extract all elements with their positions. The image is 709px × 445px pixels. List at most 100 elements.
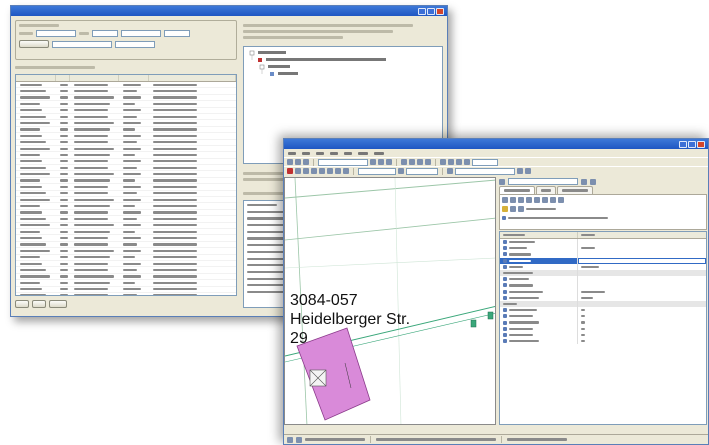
back-window-titlebar[interactable] <box>11 6 447 16</box>
tool-icon[interactable] <box>499 178 505 185</box>
zoom-in-icon[interactable] <box>319 168 325 174</box>
close-icon[interactable] <box>436 7 444 15</box>
selection-handle[interactable] <box>487 311 494 320</box>
tool-icon[interactable] <box>550 197 556 203</box>
menu-item[interactable] <box>358 151 368 155</box>
pencil-icon[interactable] <box>502 206 508 212</box>
tool-icon[interactable] <box>518 206 524 212</box>
list-caption <box>15 66 95 69</box>
filter-field-5[interactable] <box>115 40 155 48</box>
tool-icon[interactable] <box>525 168 531 174</box>
layer-combobox[interactable] <box>318 158 368 166</box>
property-icon <box>503 308 507 313</box>
filter-button[interactable] <box>19 40 49 48</box>
nav-button[interactable] <box>15 300 29 308</box>
minimize-icon[interactable] <box>679 140 687 148</box>
map-canvas[interactable]: 3084-057 Heidelberger Str. 29 <box>284 177 496 425</box>
tool-icon[interactable] <box>590 178 596 185</box>
info-text <box>243 24 413 27</box>
transaction-list[interactable] <box>15 74 237 296</box>
list-item[interactable] <box>16 293 236 295</box>
status-icon <box>296 436 302 443</box>
tool-icon[interactable] <box>303 168 309 174</box>
scale-combobox[interactable] <box>358 167 396 175</box>
toolbar-separator <box>396 158 397 166</box>
zoom-out-icon[interactable] <box>327 168 333 174</box>
filter-field-2[interactable] <box>92 30 118 37</box>
pan-icon[interactable] <box>335 168 341 174</box>
tool-icon[interactable] <box>502 197 508 203</box>
tool-icon[interactable] <box>542 197 548 203</box>
info-text <box>243 36 343 39</box>
maximize-icon[interactable] <box>427 7 435 15</box>
tab-1[interactable] <box>499 186 535 194</box>
tool-icon[interactable] <box>456 159 462 165</box>
tool-icon[interactable] <box>534 197 540 203</box>
property-icon <box>503 314 507 319</box>
property-icon <box>503 326 507 331</box>
tool-icon[interactable] <box>526 197 532 203</box>
attribute-row <box>247 250 288 253</box>
tool-icon[interactable] <box>295 168 301 174</box>
menu-item[interactable] <box>302 151 310 155</box>
tool-icon[interactable] <box>343 168 349 174</box>
menu-item[interactable] <box>374 151 384 155</box>
tool-icon[interactable] <box>370 159 376 165</box>
menu-item[interactable] <box>316 151 324 155</box>
save-icon[interactable] <box>303 159 309 165</box>
grid-row[interactable] <box>500 338 706 345</box>
tool-icon[interactable] <box>510 206 516 212</box>
list-header <box>16 75 236 82</box>
tool-icon[interactable] <box>510 197 516 203</box>
tool-icon[interactable] <box>517 168 523 174</box>
property-icon <box>503 289 507 294</box>
field-label <box>19 32 33 35</box>
menu-item[interactable] <box>344 151 352 155</box>
property-icon <box>503 252 507 257</box>
tool-icon[interactable] <box>311 168 317 174</box>
street-name-label: Heidelberger Str. <box>290 311 411 328</box>
tool-icon[interactable] <box>409 159 415 165</box>
close-icon[interactable] <box>697 140 705 148</box>
tool-icon[interactable] <box>440 159 446 165</box>
nav-button[interactable] <box>32 300 46 308</box>
object-combobox[interactable] <box>455 167 515 175</box>
menu-item[interactable] <box>330 151 338 155</box>
minimize-icon[interactable] <box>418 7 426 15</box>
tool-icon[interactable] <box>401 159 407 165</box>
tab-3[interactable] <box>557 186 593 194</box>
toolbar-separator <box>353 167 354 175</box>
parcel-line <box>285 217 495 241</box>
record-icon[interactable] <box>287 168 293 174</box>
tab-2[interactable] <box>536 186 556 194</box>
tool-icon[interactable] <box>386 159 392 165</box>
front-window-titlebar[interactable] <box>284 139 708 149</box>
filter-field-3[interactable] <box>164 30 190 37</box>
tool-icon[interactable] <box>558 197 564 203</box>
filter-dropdown[interactable] <box>121 30 161 37</box>
selection-handle[interactable] <box>470 319 477 328</box>
tool-icon[interactable] <box>425 159 431 165</box>
tool-icon[interactable] <box>448 159 454 165</box>
tool-icon[interactable] <box>398 168 404 174</box>
zoom-combobox[interactable] <box>472 158 498 166</box>
filter-field-1[interactable] <box>36 30 76 37</box>
toolbar-separator <box>442 167 443 175</box>
parcel-line <box>285 257 495 269</box>
open-icon[interactable] <box>295 159 301 165</box>
maximize-icon[interactable] <box>688 140 696 148</box>
tool-icon[interactable] <box>581 178 587 185</box>
groupbox-label <box>19 24 59 27</box>
tool-icon[interactable] <box>417 159 423 165</box>
style-combobox[interactable] <box>406 167 438 175</box>
tool-icon[interactable] <box>464 159 470 165</box>
tool-icon[interactable] <box>518 197 524 203</box>
attribute-grid[interactable] <box>499 231 707 425</box>
new-icon[interactable] <box>287 159 293 165</box>
nav-button[interactable] <box>49 300 67 308</box>
tool-icon[interactable] <box>378 159 384 165</box>
feature-combobox[interactable] <box>508 178 578 185</box>
tool-icon[interactable] <box>447 168 453 174</box>
filter-field-4[interactable] <box>52 40 112 48</box>
menu-item[interactable] <box>288 151 296 155</box>
